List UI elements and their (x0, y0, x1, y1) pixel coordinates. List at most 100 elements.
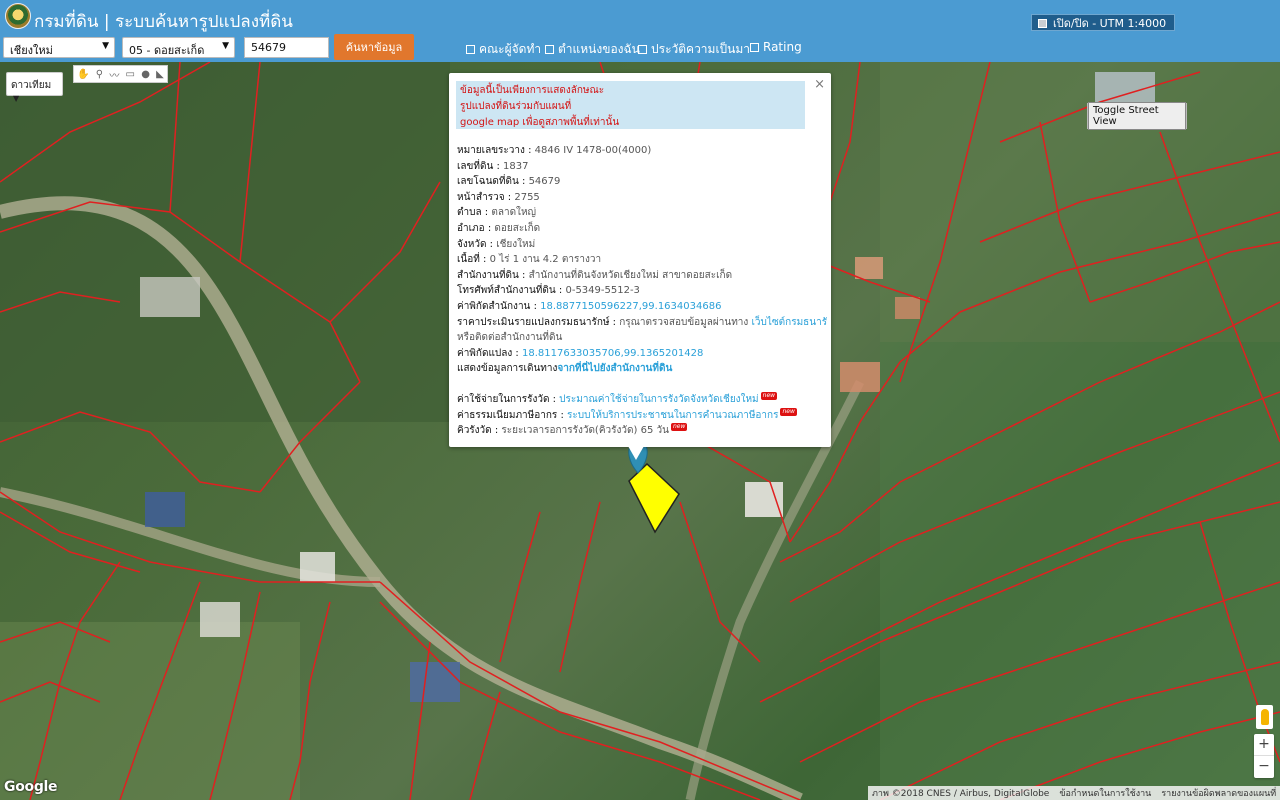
utm-toggle-button[interactable]: เปิด/ปิด - UTM 1:4000 (1031, 14, 1176, 31)
directions-label: แสดงข้อมูลการเดินทาง (457, 363, 558, 375)
chevron-down-icon: ▼ (13, 94, 20, 103)
zoom-control: + − (1254, 734, 1274, 778)
nav-my-location-label: ตำแหน่งของฉัน (558, 42, 640, 56)
directions-row: แสดงข้อมูลการเดินทางจากที่นี่ไปยังสำนักง… (457, 361, 827, 377)
marker-tool-icon[interactable]: ⚲ (96, 69, 103, 80)
map-type-label: ดาวเทียม (11, 80, 52, 91)
price-label: ราคาประเมินรายแปลงกรมธนารักษ์ : (457, 316, 617, 328)
notice-line: google map เพื่อดูสภาพพื้นที่เท่านั้น (460, 117, 620, 128)
land-no-label: เลขที่ดิน : (457, 160, 500, 172)
land-no-row: เลขที่ดิน : 1837 (457, 159, 827, 175)
parcel-coord-link[interactable]: 18.8117633035706,99.1365201428 (522, 348, 703, 359)
circle-tool-icon[interactable]: ● (141, 69, 150, 80)
area-value: 0 ไร่ 1 งาน 4.2 ตารางวา (489, 254, 602, 266)
toggle-street-view-button[interactable]: Toggle Street View (1088, 102, 1186, 130)
subdistrict-row: ตำบล : ตลาดใหญ่ (457, 205, 827, 221)
checkbox-icon (466, 45, 475, 54)
checkbox-icon (750, 42, 759, 52)
map-type-select[interactable]: ดาวเทียม ▼ (6, 72, 63, 103)
phone-value: 0-5349-5512-3 (565, 285, 640, 297)
hand-icon[interactable]: ✋ (77, 69, 89, 80)
office-coord-row: ค่าพิกัดสำนักงาน : 18.8877150596227,99.1… (457, 299, 827, 315)
parcel-info-popup: × ข้อมูลนี้เป็นเพียงการแสดงลักษณะ รูปแปล… (449, 73, 831, 447)
queue-label: คิวรังวัด : (457, 425, 499, 437)
map-sheet-label: หมายเลขระวาง : (457, 145, 532, 156)
nav-team-label: คณะผู้จัดทำ (479, 42, 542, 56)
selected-parcel[interactable] (628, 462, 680, 534)
deed-no-row: เลขโฉนดที่ดิน : 54679 (457, 174, 827, 190)
directions-link[interactable]: จากที่นี่ไปยังสำนักงานที่ดิน (557, 363, 672, 374)
area-row: เนื้อที่ : 0 ไร่ 1 งาน 4.2 ตารางวา (457, 252, 827, 268)
notice-line: ข้อมูลนี้เป็นเพียงการแสดงลักษณะ (460, 85, 605, 96)
tax-link[interactable]: ระบบให้บริการประชาชนในการคำนวณภาษีอากร (567, 410, 778, 421)
province-row: จังหวัด : เชียงใหม่ (457, 237, 827, 253)
district-row: อำเภอ : ดอยสะเก็ด (457, 221, 827, 237)
area-label: เนื้อที่ : (457, 254, 487, 266)
checkbox-icon (545, 45, 554, 54)
fee-label: ค่าใช้จ่ายในการรังวัด : (457, 393, 556, 405)
popup-pointer (628, 446, 644, 460)
nav-rating[interactable]: Rating (750, 40, 802, 54)
price-row: ราคาประเมินรายแปลงกรมธนารักษ์ : กรุณาตรว… (457, 315, 827, 331)
pegman-icon[interactable] (1256, 705, 1273, 729)
district-value: ดอยสะเก็ด (494, 222, 541, 234)
price-row-2: หรือติดต่อสำนักงานที่ดิน (457, 330, 827, 346)
chevron-down-icon: ▼ (102, 41, 109, 51)
map-sheet-value: 4846 IV 1478-00(4000) (534, 145, 652, 156)
queue-row: คิวรังวัด : ระยะเวลารอการรังวัด(คิวรังวั… (457, 423, 827, 439)
fee-link[interactable]: ประมาณค่าใช้จ่ายในการรังวัดจังหวัดเชียงใ… (559, 394, 758, 405)
notice-line: รูปแปลงที่ดินร่วมกับแผนที่ (460, 101, 572, 112)
top-header: กรมที่ดิน | ระบบค้นหารูปแปลงที่ดิน เปิด/… (0, 0, 1280, 62)
nav-rating-label: Rating (763, 40, 802, 54)
district-select[interactable]: 05 - ดอยสะเก็ด ▼ (122, 37, 235, 58)
map-attribution: ภาพ ©2018 CNES / Airbus, DigitalGlobe ข้… (868, 786, 1280, 800)
chevron-down-icon: ▼ (222, 41, 229, 51)
office-coord-link[interactable]: 18.8877150596227,99.1634034686 (540, 301, 721, 312)
map-sheet-row: หมายเลขระวาง : 4846 IV 1478-00(4000) (457, 143, 827, 159)
rectangle-tool-icon[interactable]: ▭ (126, 69, 135, 80)
fee-row: ค่าใช้จ่ายในการรังวัด : ประมาณค่าใช้จ่าย… (457, 391, 827, 408)
deed-number-input[interactable]: 54679 (244, 37, 329, 58)
survey-page-label: หน้าสำรวจ : (457, 191, 512, 203)
office-coord-label: ค่าพิกัดสำนักงาน : (457, 300, 537, 312)
office-label: สำนักงานที่ดิน : (457, 269, 526, 281)
price-text-2: หรือติดต่อสำนักงานที่ดิน (457, 332, 563, 344)
utm-toggle-label: เปิด/ปิด - UTM 1:4000 (1053, 17, 1167, 30)
polygon-tool-icon[interactable]: ◣ (156, 69, 164, 80)
district-label: อำเภอ : (457, 222, 492, 234)
parcel-coord-row: ค่าพิกัดแปลง : 18.8117633035706,99.13652… (457, 346, 827, 362)
queue-value: ระยะเวลารอการรังวัด(คิวรังวัด) 65 วัน (501, 425, 669, 437)
toggle-street-view-panel: Toggle Street View (1087, 102, 1187, 130)
nav-history[interactable]: ประวัติความเป็นมา (638, 40, 750, 59)
tax-label: ค่าธรรมเนียมภาษีอากร : (457, 409, 564, 421)
zoom-out-button[interactable]: − (1254, 756, 1274, 777)
terms-link[interactable]: ข้อกำหนดในการใช้งาน (1059, 786, 1151, 800)
subdistrict-value: ตลาดใหญ่ (491, 207, 537, 219)
office-value: สำนักงานที่ดินจังหวัดเชียงใหม่ สาขาดอยสะ… (528, 269, 733, 281)
nav-team[interactable]: คณะผู้จัดทำ (466, 40, 541, 59)
province-select-value: เชียงใหม่ (10, 44, 53, 57)
new-badge: new (670, 423, 688, 432)
deed-no-value: 54679 (528, 176, 561, 188)
office-row: สำนักงานที่ดิน : สำนักงานที่ดินจังหวัดเช… (457, 268, 827, 284)
department-logo (5, 3, 31, 29)
province-label: จังหวัด : (457, 238, 493, 250)
treasury-website-link[interactable]: เว็บไซต์กรมธนารักษ์ (751, 317, 827, 328)
drawing-toolbar: ✋ ⚲ 〰 ▭ ● ◣ (73, 65, 168, 83)
nav-my-location[interactable]: ตำแหน่งของฉัน (545, 40, 640, 59)
report-error-link[interactable]: รายงานข้อผิดพลาดของแผนที่ (1161, 786, 1276, 800)
survey-page-row: หน้าสำรวจ : 2755 (457, 190, 827, 206)
polyline-tool-icon[interactable]: 〰 (109, 67, 119, 82)
checkbox-icon (638, 45, 647, 54)
search-button[interactable]: ค้นหาข้อมูล (334, 34, 414, 60)
tax-row: ค่าธรรมเนียมภาษีอากร : ระบบให้บริการประช… (457, 407, 827, 424)
zoom-in-button[interactable]: + (1254, 734, 1274, 756)
province-select[interactable]: เชียงใหม่ ▼ (3, 37, 115, 58)
survey-page-value: 2755 (514, 191, 540, 203)
close-icon[interactable]: × (814, 77, 825, 92)
new-badge: new (760, 391, 778, 400)
parcel-details: หมายเลขระวาง : 4846 IV 1478-00(4000) เลข… (457, 143, 827, 439)
parcel-coord-label: ค่าพิกัดแปลง : (457, 347, 519, 359)
land-no-value: 1837 (503, 160, 529, 172)
